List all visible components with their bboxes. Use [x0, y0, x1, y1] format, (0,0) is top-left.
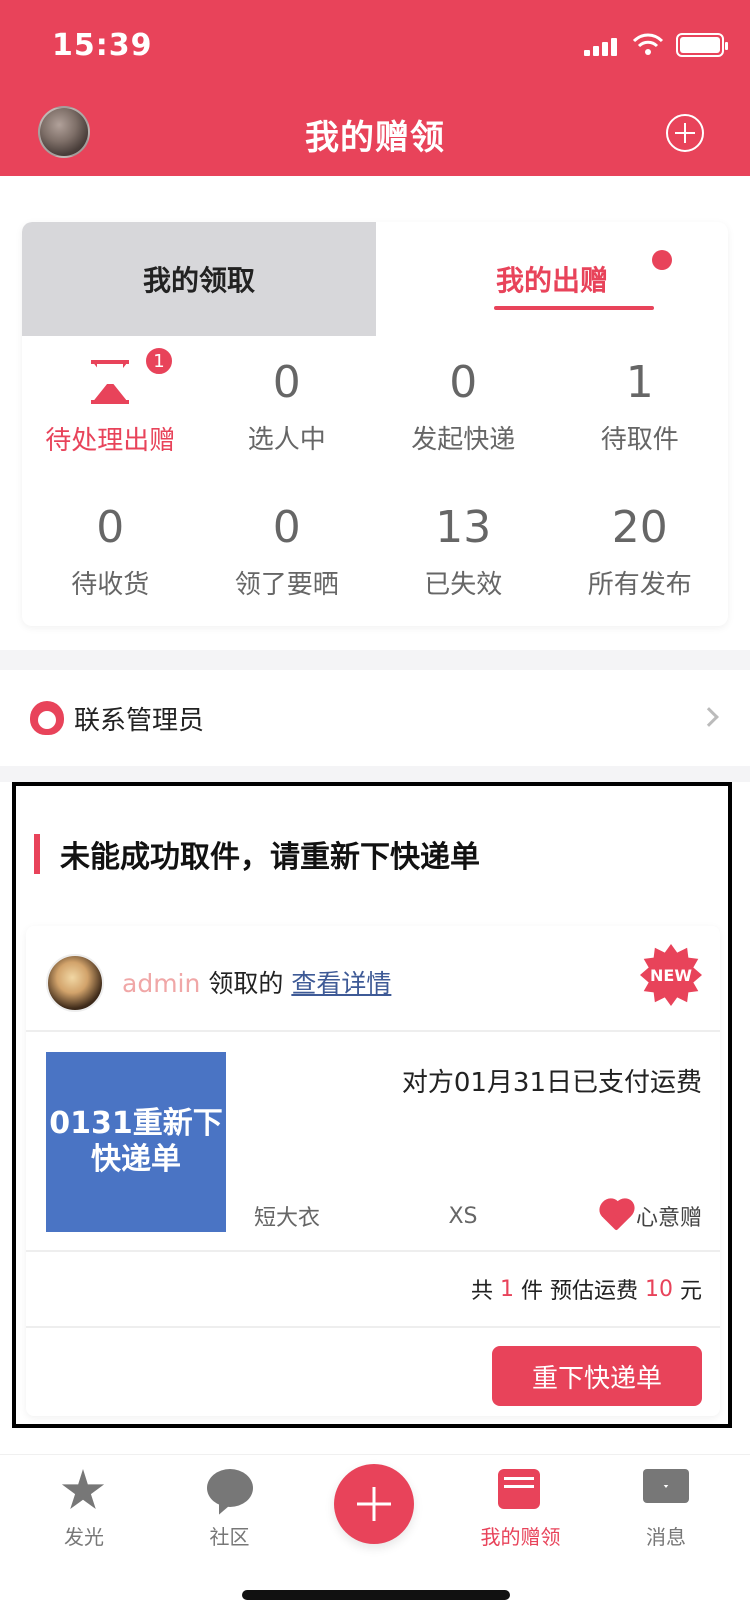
- admin-label: 联系管理员: [74, 705, 205, 736]
- separator: [0, 650, 750, 670]
- page-title: 我的赠领: [305, 118, 445, 158]
- reorder-shipping-button[interactable]: 重下快递单: [492, 1346, 702, 1406]
- stat-label: 待处理出赠: [45, 426, 176, 456]
- failed-pickup-section: 未能成功取件，请重新下快递单 admin 领取的 查看详情 NEW 0131重新…: [12, 782, 732, 1428]
- stat-label: 发起快递: [411, 425, 516, 455]
- tab-shine[interactable]: 发光: [30, 1469, 138, 1550]
- order-actions: 重下快递单: [492, 1346, 702, 1406]
- stat-label: 待收货: [71, 570, 150, 600]
- wifi-icon: [632, 33, 664, 55]
- stat-value: 0: [449, 357, 478, 408]
- order-card: admin 领取的 查看详情 NEW 0131重新下快递单 对方01月31日已支…: [26, 926, 720, 1416]
- stat-expired[interactable]: 13 已失效: [375, 481, 552, 626]
- gift-book-icon: [497, 1469, 544, 1515]
- section-accent-bar: [34, 834, 40, 874]
- star-icon: [61, 1469, 107, 1515]
- button-label: 重下快递单: [531, 1363, 662, 1394]
- chat-bubbles-icon: [206, 1469, 253, 1515]
- total-prefix: 共: [470, 1279, 493, 1304]
- post-button[interactable]: [334, 1464, 414, 1544]
- stat-value: 13: [435, 502, 492, 553]
- stat-all[interactable]: 20 所有发布: [552, 481, 729, 626]
- tab-my-received[interactable]: 我的领取: [22, 222, 376, 336]
- tab-label: 我的领取: [142, 264, 255, 297]
- tab-community[interactable]: 社区: [176, 1469, 284, 1550]
- item-meta: 短大衣 XS 心意赠: [254, 1200, 702, 1232]
- total-mid: 件 预估运费: [520, 1279, 638, 1304]
- order-header: admin 领取的 查看详情 NEW: [26, 926, 720, 1032]
- badge: 1: [144, 346, 174, 376]
- add-button[interactable]: [666, 114, 704, 152]
- contact-admin-row[interactable]: 联系管理员: [0, 670, 750, 766]
- total-count: 1: [499, 1276, 514, 1302]
- tab-label: 我的赠领: [480, 1525, 561, 1549]
- tab-label: 我的出赠: [495, 264, 608, 297]
- admin-icon: [30, 701, 64, 735]
- section-title: 未能成功取件，请重新下快递单: [60, 840, 480, 875]
- gift-label: 心意赠: [635, 1206, 702, 1231]
- summary-card: 我的领取 我的出赠 1 待处理出赠 0 选人中 0 发起快递 1 待取件 0 待…: [22, 222, 728, 626]
- tab-indicator: [494, 306, 654, 310]
- stat-label: 待取件: [600, 425, 679, 455]
- stat-value: 1: [625, 357, 654, 408]
- battery-icon: [676, 33, 728, 57]
- order-head-text: admin 领取的 查看详情: [122, 964, 391, 1000]
- stat-ship[interactable]: 0 发起快递: [375, 336, 552, 481]
- app-header: 15:39 我的赠领: [0, 0, 750, 176]
- tab-label: 消息: [646, 1525, 686, 1549]
- stat-selecting[interactable]: 0 选人中: [199, 336, 376, 481]
- notification-dot: [652, 250, 672, 270]
- separator: [0, 766, 750, 782]
- stats-grid: 1 待处理出赠 0 选人中 0 发起快递 1 待取件 0 待收货 0 领了要晒 …: [22, 336, 728, 626]
- admin-avatar[interactable]: [46, 954, 104, 1012]
- stat-receive[interactable]: 0 待收货: [22, 481, 199, 626]
- tab-label: 发光: [64, 1525, 104, 1549]
- payment-status: 对方01月31日已支付运费: [401, 1068, 702, 1098]
- stat-label: 领了要晒: [234, 570, 339, 600]
- stat-label: 已失效: [424, 570, 503, 600]
- status-icons: [584, 32, 728, 58]
- stat-value: 0: [272, 502, 301, 553]
- action-text: 领取的: [208, 969, 284, 998]
- gift-type: 心意赠: [602, 1200, 702, 1232]
- home-indicator: [242, 1590, 510, 1600]
- item-thumbnail[interactable]: 0131重新下快递单: [46, 1052, 226, 1232]
- stat-pending[interactable]: 1 待处理出赠: [22, 336, 199, 481]
- stat-value: 20: [611, 502, 668, 553]
- heart-icon: [602, 1201, 632, 1231]
- stat-label: 选人中: [247, 425, 326, 455]
- signal-icon: [584, 34, 620, 56]
- stat-pickup[interactable]: 1 待取件: [552, 336, 729, 481]
- tabs: 我的领取 我的出赠: [22, 222, 728, 336]
- tab-messages[interactable]: 消息: [612, 1469, 720, 1550]
- total-suffix: 元: [679, 1279, 702, 1304]
- status-time: 15:39: [52, 28, 153, 63]
- tab-my-gifts[interactable]: 我的赠领: [467, 1469, 575, 1550]
- new-badge: NEW: [640, 944, 702, 1006]
- item-name: 短大衣: [254, 1206, 321, 1231]
- stat-showoff[interactable]: 0 领了要晒: [199, 481, 376, 626]
- thumbnail-text: 0131重新下快递单: [49, 1106, 223, 1177]
- stat-label: 所有发布: [587, 570, 692, 600]
- stat-value: 0: [272, 357, 301, 408]
- stat-value: 0: [96, 502, 125, 553]
- item-size: XS: [448, 1203, 478, 1229]
- chevron-right-icon: [699, 707, 719, 727]
- tab-label: 社区: [209, 1525, 250, 1549]
- tab-my-giveaway[interactable]: 我的出赠: [376, 222, 728, 336]
- view-details-link[interactable]: 查看详情: [291, 964, 391, 1000]
- hourglass-icon: [91, 360, 130, 404]
- order-body: 0131重新下快递单 对方01月31日已支付运费 短大衣 XS 心意赠: [26, 1032, 720, 1252]
- order-total: 共 1 件 预估运费 10 元: [26, 1252, 720, 1328]
- shipping-fee: 10: [644, 1276, 673, 1302]
- mail-icon: [643, 1469, 689, 1515]
- user-name[interactable]: admin: [122, 969, 200, 998]
